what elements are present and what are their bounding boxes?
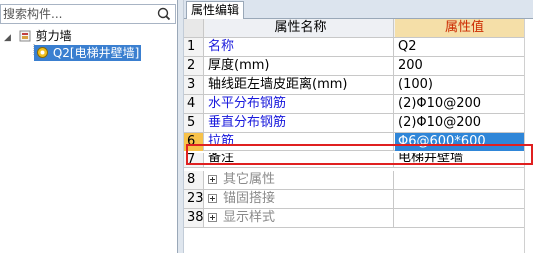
row-number: 23 [184, 190, 204, 208]
property-name: 厚度(mm) [205, 57, 394, 75]
row-number: 4 [184, 95, 204, 113]
row-number: 1 [184, 38, 204, 56]
table-row[interactable]: 2 厚度(mm) 200 [184, 57, 533, 76]
property-value-header: 属性值 [395, 19, 532, 37]
tree-node-label: 剪力墙 [35, 29, 72, 43]
property-name: 轴线距左墙皮距离(mm) [205, 76, 394, 94]
property-value [395, 209, 532, 227]
expand-icon[interactable] [208, 213, 217, 222]
table-row[interactable]: 5 垂直分布钢筋 (2)Φ10@200 [184, 114, 533, 133]
search-icon[interactable] [155, 6, 173, 22]
property-group-name: 显示样式 [205, 209, 394, 227]
property-value[interactable]: 200 [395, 57, 532, 75]
row-number-header [184, 19, 204, 37]
search-input[interactable] [1, 5, 155, 23]
property-name: 水平分布钢筋 [205, 95, 394, 113]
search-box [0, 4, 176, 24]
property-value[interactable]: Q2 [395, 38, 532, 56]
row-number: 2 [184, 57, 204, 75]
row-number: 5 [184, 114, 204, 132]
property-name: 备注 [205, 153, 394, 167]
component-tree-pane: ◢ 剪力墙 Q2[电梯井壁墙] [0, 0, 177, 253]
property-value [395, 171, 532, 189]
table-row-group[interactable]: 8 其它属性 [184, 171, 533, 190]
tree-node-shear-wall[interactable]: ◢ 剪力墙 [4, 28, 72, 44]
row-number: 8 [184, 171, 204, 189]
property-group-name: 锚固搭接 [205, 190, 394, 208]
table-row[interactable]: 7 备注 电梯井壁墙 [184, 153, 533, 168]
grid-header-row: 属性名称 属性值 [184, 19, 533, 38]
folder-icon [19, 30, 32, 42]
table-row-selected[interactable]: 6 拉筋 Φ6@600*600 [184, 133, 533, 151]
tab-property-edit[interactable]: 属性编辑 [186, 1, 245, 19]
tab-bar: 属性编辑 [184, 0, 533, 19]
expand-icon[interactable] [208, 175, 217, 184]
property-value[interactable]: (2)Φ10@200 [395, 114, 532, 132]
property-name: 垂直分布钢筋 [205, 114, 394, 132]
component-gear-icon [36, 46, 49, 59]
table-row[interactable]: 4 水平分布钢筋 (2)Φ10@200 [184, 95, 533, 114]
row-number: 6 [184, 133, 204, 151]
table-row-group[interactable]: 23 锚固搭接 [184, 190, 533, 209]
property-value [395, 190, 532, 208]
property-name: 名称 [205, 38, 394, 56]
property-name-header: 属性名称 [205, 19, 394, 37]
property-group-name: 其它属性 [205, 171, 394, 189]
table-row-group[interactable]: 38 显示样式 [184, 209, 533, 228]
vertical-scrollbar[interactable] [524, 19, 533, 253]
property-value[interactable]: (2)Φ10@200 [395, 95, 532, 113]
table-row[interactable]: 1 名称 Q2 [184, 38, 533, 57]
expand-icon[interactable] [208, 194, 217, 203]
pane-splitter[interactable] [177, 0, 184, 253]
property-editor-pane: 属性编辑 属性名称 属性值 1 名称 Q2 2 厚度(mm) 200 3 轴线距… [184, 0, 533, 253]
property-value[interactable]: (100) [395, 76, 532, 94]
row-number: 38 [184, 209, 204, 227]
property-value-editor[interactable]: Φ6@600*600 [395, 133, 532, 151]
row-number: 7 [184, 153, 204, 167]
tree-node-label: Q2[电梯井壁墙] [52, 46, 140, 60]
table-row[interactable]: 3 轴线距左墙皮距离(mm) (100) [184, 76, 533, 95]
property-value[interactable]: 电梯井壁墙 [395, 153, 532, 167]
tree-node-q2[interactable]: Q2[电梯井壁墙] [34, 45, 142, 61]
row-number: 3 [184, 76, 204, 94]
property-name: 拉筋 [205, 133, 394, 151]
collapse-toggle-icon[interactable]: ◢ [4, 30, 15, 46]
